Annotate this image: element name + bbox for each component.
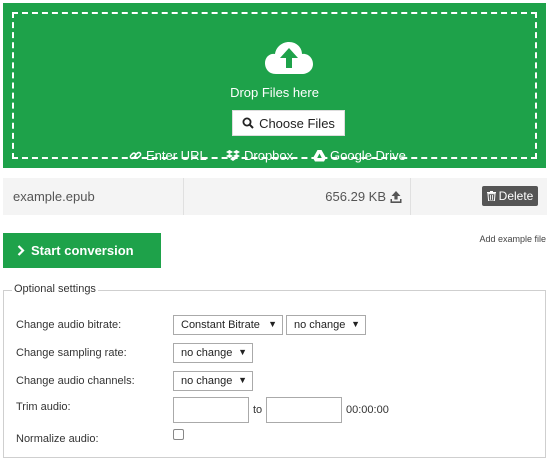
sampling-rate-label: Change sampling rate: xyxy=(16,347,127,359)
trim-start-input[interactable] xyxy=(173,397,249,423)
bitrate-mode-value: Constant Bitrate xyxy=(181,319,260,331)
search-icon xyxy=(242,117,254,129)
dropdown-arrow-icon: ▼ xyxy=(238,347,247,357)
upload-sources: Enter URL Dropbox Google Drive xyxy=(14,148,535,166)
start-conversion-button[interactable]: Start conversion xyxy=(3,233,161,268)
upload-icon xyxy=(390,190,402,203)
sampling-rate-value: no change xyxy=(181,347,233,359)
normalize-audio-checkbox[interactable] xyxy=(173,429,184,440)
dropdown-arrow-icon: ▼ xyxy=(268,319,277,329)
bitrate-value-select[interactable]: no change ▼ xyxy=(286,315,366,335)
link-icon xyxy=(129,151,142,160)
audio-bitrate-label: Change audio bitrate: xyxy=(16,319,122,331)
dropdown-arrow-icon: ▼ xyxy=(351,319,360,329)
trash-icon xyxy=(486,191,496,201)
trim-time-hint: 00:00:00 xyxy=(346,404,389,416)
divider xyxy=(410,178,411,215)
dropdown-arrow-icon: ▼ xyxy=(238,375,247,385)
optional-settings-legend: Optional settings xyxy=(12,283,98,295)
google-drive-icon xyxy=(313,149,326,161)
dropbox-label: Dropbox xyxy=(244,148,294,163)
normalize-audio-label: Normalize audio: xyxy=(16,433,99,445)
google-drive-link[interactable]: Google Drive xyxy=(313,148,406,163)
file-drop-zone[interactable]: Drop Files here Choose Files Enter URL D… xyxy=(3,3,546,168)
drop-zone-border: Drop Files here Choose Files Enter URL D… xyxy=(12,12,537,163)
trim-audio-label: Trim audio: xyxy=(16,401,71,413)
sampling-rate-select[interactable]: no change ▼ xyxy=(173,343,253,363)
choose-files-button[interactable]: Choose Files xyxy=(232,110,345,136)
file-size: 656.29 KB xyxy=(325,189,386,204)
file-size-group: 656.29 KB xyxy=(325,189,402,204)
file-name: example.epub xyxy=(13,189,95,204)
audio-channels-label: Change audio channels: xyxy=(16,375,135,387)
enter-url-label: Enter URL xyxy=(146,148,207,163)
trim-to-label: to xyxy=(253,404,263,416)
cloud-upload-icon xyxy=(265,42,313,74)
chevron-right-icon xyxy=(17,245,25,256)
start-conversion-label: Start conversion xyxy=(31,243,134,258)
choose-files-label: Choose Files xyxy=(259,115,335,131)
audio-channels-value: no change xyxy=(181,375,233,387)
trim-end-input[interactable] xyxy=(266,397,342,423)
add-example-file-link[interactable]: Add example file xyxy=(479,234,546,244)
dropbox-link[interactable]: Dropbox xyxy=(226,148,293,163)
delete-button[interactable]: Delete xyxy=(482,186,538,206)
bitrate-mode-select[interactable]: Constant Bitrate ▼ xyxy=(173,315,283,335)
delete-label: Delete xyxy=(498,189,534,203)
enter-url-link[interactable]: Enter URL xyxy=(129,148,207,163)
divider xyxy=(183,178,184,215)
file-row: example.epub 656.29 KB Delete xyxy=(3,178,547,215)
audio-channels-select[interactable]: no change ▼ xyxy=(173,371,253,391)
drop-files-text: Drop Files here xyxy=(230,85,319,100)
dropbox-icon xyxy=(226,150,240,161)
bitrate-value: no change xyxy=(294,319,346,331)
google-drive-label: Google Drive xyxy=(330,148,406,163)
